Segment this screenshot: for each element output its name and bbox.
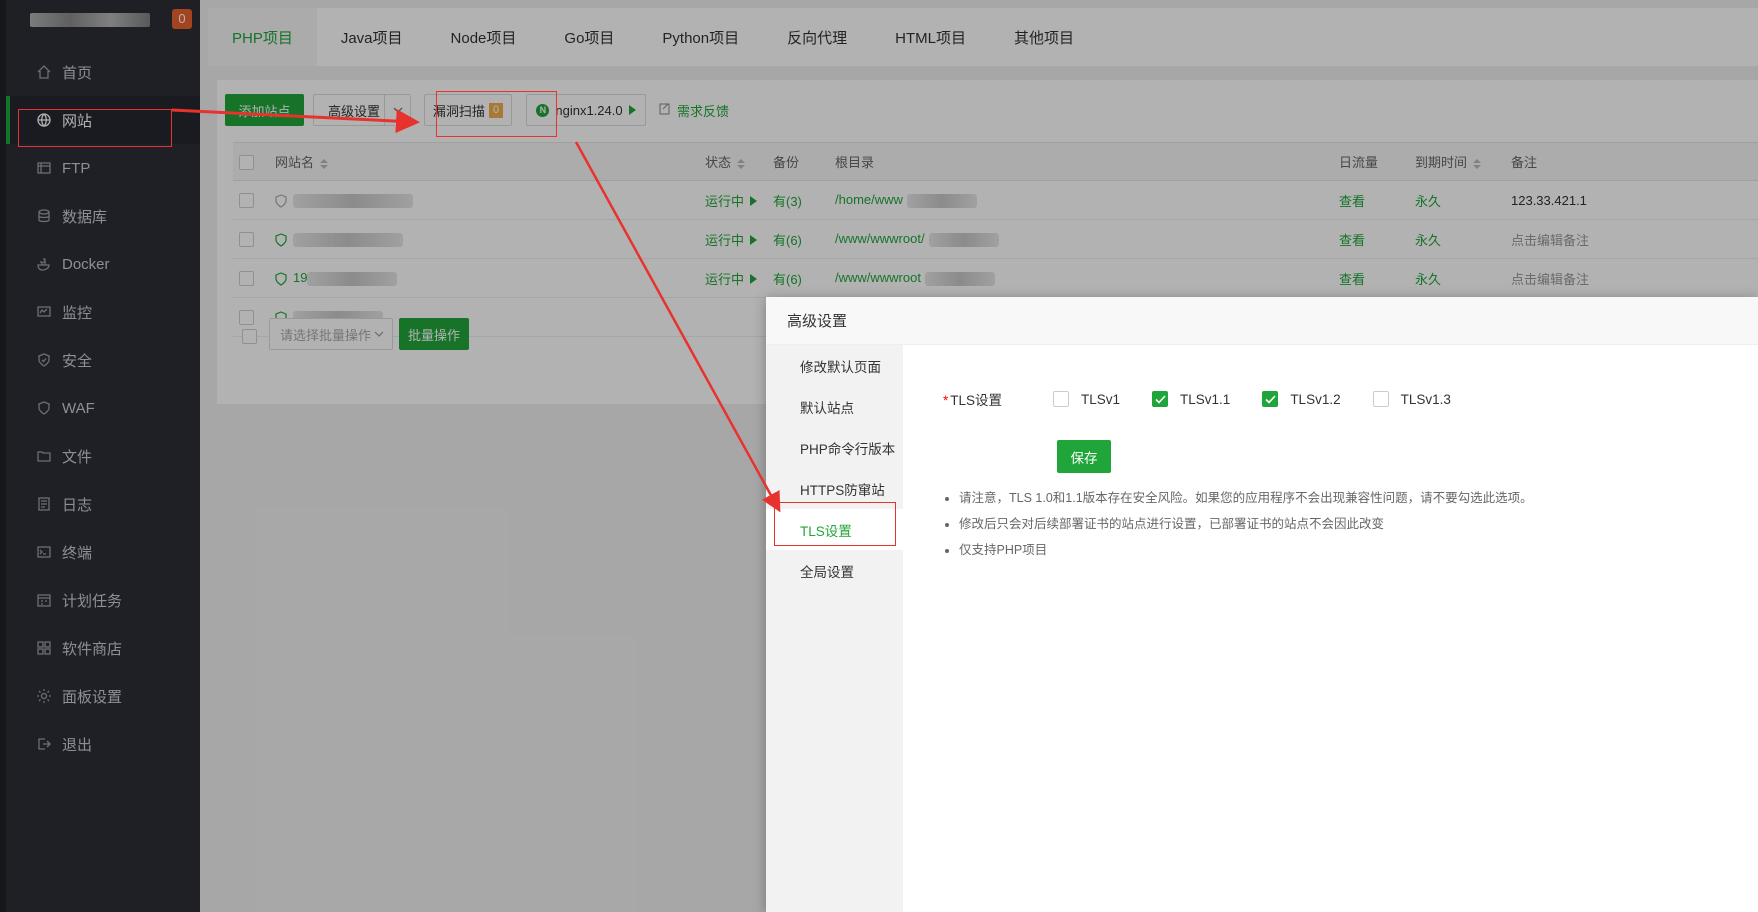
note-item: 修改后只会对后续部署证书的站点进行设置，已部署证书的站点不会因此改变	[959, 511, 1533, 537]
tls-checkbox[interactable]	[1053, 391, 1069, 407]
note-item: 请注意，TLS 1.0和1.1版本存在安全风险。如果您的应用程序不会出现兼容性问…	[959, 485, 1533, 511]
tls-options: TLSv1 TLSv1.1 TLSv1.2 TLSv1.3	[1053, 391, 1483, 407]
tls-option-3[interactable]: TLSv1.3	[1372, 391, 1451, 407]
modal-title: 高级设置	[766, 297, 1758, 345]
modal-menu: 修改默认页面 默认站点 PHP命令行版本 HTTPS防窜站 TLS设置 全局设置	[766, 345, 903, 912]
tls-option-label: TLSv1	[1081, 391, 1121, 407]
save-button[interactable]: 保存	[1057, 440, 1111, 473]
advanced-settings-modal: 高级设置 修改默认页面 默认站点 PHP命令行版本 HTTPS防窜站 TLS设置 全局设置…	[766, 297, 1758, 912]
annotation-box-site	[18, 109, 172, 147]
tls-option-0[interactable]: TLSv1	[1053, 391, 1120, 407]
modal-menu-item-1[interactable]: 默认站点	[766, 386, 903, 427]
notes-list: 请注意，TLS 1.0和1.1版本存在安全风险。如果您的应用程序不会出现兼容性问…	[943, 485, 1533, 563]
tls-checkbox[interactable]	[1152, 391, 1169, 407]
tls-checkbox[interactable]	[1372, 391, 1389, 407]
modal-body: *TLS设置 TLSv1 TLSv1.1 TLSv1.2 TLSv1.3 保存 请注意…	[903, 345, 1758, 912]
tls-option-label: TLSv1.3	[1400, 391, 1451, 407]
tls-label: * TLS设置	[943, 393, 1003, 408]
tls-option-1[interactable]: TLSv1.1	[1152, 391, 1230, 407]
annotation-box-advanced	[436, 91, 557, 137]
modal-menu-item-0[interactable]: 修改默认页面	[766, 345, 903, 386]
modal-menu-item-2[interactable]: PHP命令行版本	[766, 427, 903, 468]
modal-menu-item-5[interactable]: 全局设置	[766, 550, 903, 591]
tls-option-label: TLSv1.2	[1290, 391, 1341, 407]
tls-checkbox[interactable]	[1262, 391, 1279, 407]
tls-row: * TLS设置 TLSv1 TLSv1.1 TLSv1.2 TLSv1.3	[943, 389, 1483, 409]
annotation-box-tls	[774, 502, 896, 546]
check-icon	[1265, 394, 1276, 404]
check-icon	[1154, 394, 1166, 404]
tls-label-text: TLS设置	[950, 393, 1003, 408]
tls-option-2[interactable]: TLSv1.2	[1262, 391, 1341, 407]
tls-option-label: TLSv1.1	[1180, 391, 1231, 407]
note-item: 仅支持PHP项目	[959, 537, 1533, 563]
